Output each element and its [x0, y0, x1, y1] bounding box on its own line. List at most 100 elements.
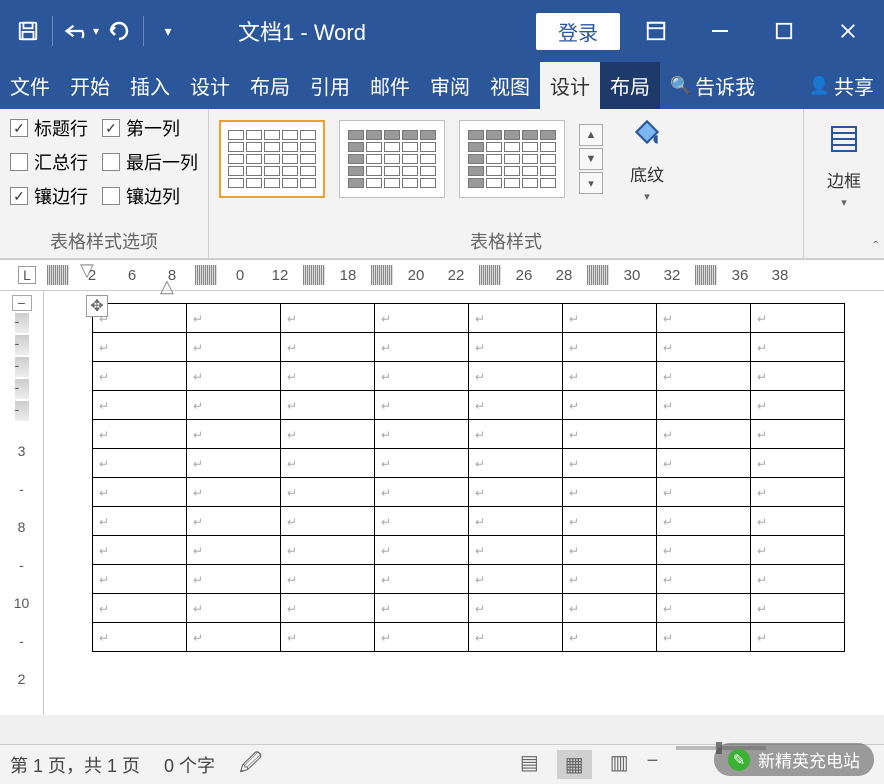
table-cell[interactable]: ↵: [187, 449, 281, 478]
table-cell[interactable]: ↵: [187, 478, 281, 507]
check-first-col[interactable]: ✓第一列: [102, 115, 198, 141]
table-cell[interactable]: ↵: [93, 333, 187, 362]
table-cell[interactable]: ↵: [657, 565, 751, 594]
ribbon-options-icon[interactable]: [628, 11, 684, 51]
table-row[interactable]: ↵↵↵↵↵↵↵↵: [93, 478, 845, 507]
table-cell[interactable]: ↵: [563, 478, 657, 507]
table-cell[interactable]: ↵: [469, 565, 563, 594]
table-cell[interactable]: ↵: [375, 362, 469, 391]
table-cell[interactable]: ↵: [187, 333, 281, 362]
table-cell[interactable]: ↵: [469, 391, 563, 420]
print-layout-icon[interactable]: ▦: [557, 750, 592, 779]
table-cell[interactable]: ↵: [469, 449, 563, 478]
table-row[interactable]: ↵↵↵↵↵↵↵↵: [93, 449, 845, 478]
table-cell[interactable]: ↵: [469, 594, 563, 623]
table-cell[interactable]: ↵: [751, 507, 845, 536]
tab-layout[interactable]: 布局: [240, 62, 300, 109]
table-cell[interactable]: ↵: [375, 420, 469, 449]
tab-references[interactable]: 引用: [300, 62, 360, 109]
table-style-3[interactable]: [459, 120, 565, 198]
tab-view[interactable]: 视图: [480, 62, 540, 109]
table-cell[interactable]: ↵: [469, 507, 563, 536]
check-banded-row[interactable]: ✓镶边行: [10, 183, 88, 209]
table-row[interactable]: ↵↵↵↵↵↵↵↵: [93, 333, 845, 362]
table-cell[interactable]: ↵: [469, 420, 563, 449]
share-button[interactable]: 👤共享: [799, 62, 884, 109]
table-row[interactable]: ↵↵↵↵↵↵↵↵: [93, 623, 845, 652]
table-cell[interactable]: ↵: [93, 623, 187, 652]
tab-review[interactable]: 审阅: [420, 62, 480, 109]
table-cell[interactable]: ↵: [93, 507, 187, 536]
vertical-ruler[interactable]: − - - - - - 3 - 8 - 10 - 2: [0, 291, 44, 715]
table-row[interactable]: ↵↵↵↵↵↵↵↵: [93, 391, 845, 420]
table-cell[interactable]: ↵: [375, 536, 469, 565]
table-cell[interactable]: ↵: [281, 594, 375, 623]
table-style-1[interactable]: [219, 120, 325, 198]
table-cell[interactable]: ↵: [657, 362, 751, 391]
tab-mail[interactable]: 邮件: [360, 62, 420, 109]
tab-stop-selector[interactable]: L: [18, 266, 36, 284]
tab-table-design[interactable]: 设计: [540, 62, 600, 109]
borders-button[interactable]: 边框 ▾: [814, 123, 874, 209]
table-cell[interactable]: ↵: [751, 536, 845, 565]
table-cell[interactable]: ↵: [375, 478, 469, 507]
table-cell[interactable]: ↵: [375, 449, 469, 478]
table-cell[interactable]: ↵: [187, 362, 281, 391]
table-cell[interactable]: ↵: [281, 362, 375, 391]
table-style-2[interactable]: [339, 120, 445, 198]
table-cell[interactable]: ↵: [563, 536, 657, 565]
table-cell[interactable]: ↵: [281, 565, 375, 594]
table-cell[interactable]: ↵: [469, 623, 563, 652]
qat-dropdown-icon[interactable]: ▾: [148, 11, 188, 51]
ruler-minus-icon[interactable]: −: [12, 295, 32, 311]
tab-home[interactable]: 开始: [60, 62, 120, 109]
table-cell[interactable]: ↵: [375, 304, 469, 333]
table-cell[interactable]: ↵: [93, 536, 187, 565]
table-cell[interactable]: ↵: [281, 507, 375, 536]
check-total-row[interactable]: 汇总行: [10, 149, 88, 175]
table-cell[interactable]: ↵: [563, 507, 657, 536]
table-cell[interactable]: ↵: [375, 507, 469, 536]
word-count[interactable]: 0 个字: [164, 752, 215, 778]
table-cell[interactable]: ↵: [187, 623, 281, 652]
horizontal-ruler[interactable]: L ▽ △ 2 6 8 0 12 18 20 22 26 28 30 32 36…: [0, 259, 884, 291]
close-icon[interactable]: [820, 11, 876, 51]
tab-insert[interactable]: 插入: [120, 62, 180, 109]
collapse-ribbon-icon[interactable]: ˆ: [873, 238, 878, 254]
table-cell[interactable]: ↵: [751, 623, 845, 652]
table-cell[interactable]: ↵: [187, 304, 281, 333]
table-cell[interactable]: ↵: [751, 362, 845, 391]
table-cell[interactable]: ↵: [657, 333, 751, 362]
zoom-out-icon[interactable]: −: [647, 750, 659, 779]
table-cell[interactable]: ↵: [657, 536, 751, 565]
table-row[interactable]: ↵↵↵↵↵↵↵↵: [93, 362, 845, 391]
styles-scroller[interactable]: ▲▼▾: [579, 124, 603, 194]
table-cell[interactable]: ↵: [751, 449, 845, 478]
table-move-handle[interactable]: ✥: [86, 295, 108, 317]
table-cell[interactable]: ↵: [469, 478, 563, 507]
table-cell[interactable]: ↵: [93, 594, 187, 623]
table-row[interactable]: ↵↵↵↵↵↵↵↵: [93, 304, 845, 333]
save-icon[interactable]: [8, 11, 48, 51]
table-cell[interactable]: ↵: [187, 594, 281, 623]
table-cell[interactable]: ↵: [93, 362, 187, 391]
table-cell[interactable]: ↵: [281, 536, 375, 565]
table-cell[interactable]: ↵: [375, 594, 469, 623]
table-cell[interactable]: ↵: [281, 391, 375, 420]
tab-design[interactable]: 设计: [180, 62, 240, 109]
tell-me[interactable]: 🔍告诉我: [660, 62, 765, 109]
document-page[interactable]: ✥ ↵↵↵↵↵↵↵↵↵↵↵↵↵↵↵↵↵↵↵↵↵↵↵↵↵↵↵↵↵↵↵↵↵↵↵↵↵↵…: [44, 291, 884, 715]
table-row[interactable]: ↵↵↵↵↵↵↵↵: [93, 420, 845, 449]
table-cell[interactable]: ↵: [751, 594, 845, 623]
table-row[interactable]: ↵↵↵↵↵↵↵↵: [93, 594, 845, 623]
table-cell[interactable]: ↵: [187, 565, 281, 594]
login-button[interactable]: 登录: [536, 13, 620, 50]
table-cell[interactable]: ↵: [93, 391, 187, 420]
table-cell[interactable]: ↵: [563, 391, 657, 420]
check-last-col[interactable]: 最后一列: [102, 149, 198, 175]
table-cell[interactable]: ↵: [657, 478, 751, 507]
maximize-icon[interactable]: [756, 11, 812, 51]
table-cell[interactable]: ↵: [281, 623, 375, 652]
table-cell[interactable]: ↵: [751, 391, 845, 420]
table-cell[interactable]: ↵: [469, 333, 563, 362]
